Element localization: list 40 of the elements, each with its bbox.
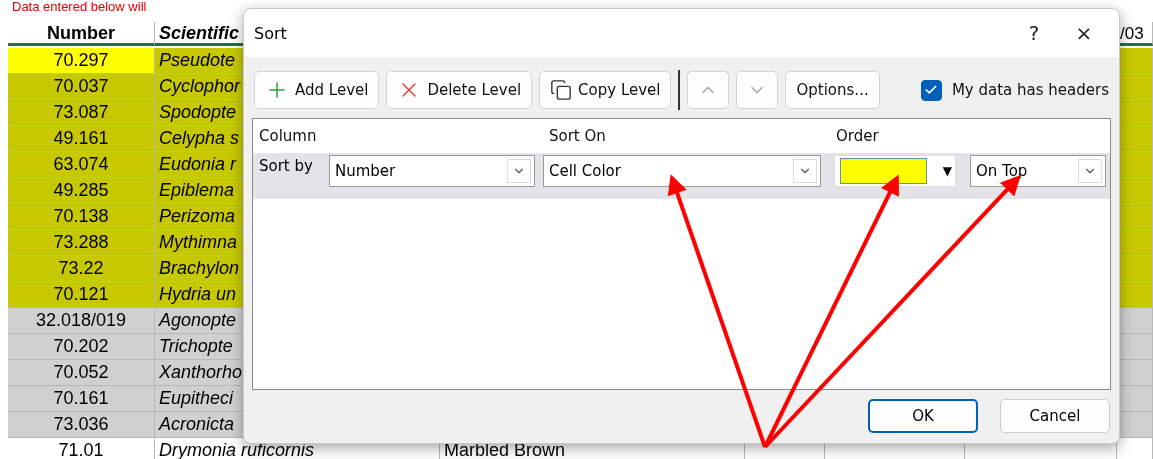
toolbar-button[interactable]: Copy Level xyxy=(539,71,672,109)
sort-on-dropdown[interactable]: Cell Color xyxy=(543,155,821,187)
table-cell: 70.037 xyxy=(8,74,155,100)
table-cell: 73.036 xyxy=(8,412,155,438)
table-cell: 49.161 xyxy=(8,126,155,152)
table-cell: 70.202 xyxy=(8,334,155,360)
toolbar-button[interactable]: Add Level xyxy=(254,71,380,109)
checkbox[interactable] xyxy=(920,79,942,101)
warning-text: Data entered below will xyxy=(11,0,148,16)
table-cell: 70.297 xyxy=(8,48,155,74)
help-button[interactable]: ? xyxy=(1009,13,1059,53)
color-dropdown[interactable]: ▼ xyxy=(834,155,956,187)
table-cell: 73.22 xyxy=(8,256,155,282)
copy-icon xyxy=(550,79,573,101)
order-dropdown[interactable]: On Top xyxy=(970,155,1106,187)
column-header: Number xyxy=(8,22,155,46)
column-header: Column xyxy=(258,127,318,145)
column-header: Order xyxy=(835,127,880,145)
table-cell: 63.074 xyxy=(8,152,155,178)
cancel-button[interactable]: Cancel xyxy=(1000,399,1110,433)
checkmark-icon xyxy=(924,83,939,97)
toolbar-button[interactable]: Options... xyxy=(785,71,880,109)
table-cell: 70.161 xyxy=(8,386,155,412)
table-cell: 32.018/019 xyxy=(8,308,155,334)
table-cell: 73.087 xyxy=(8,100,155,126)
sort-level-row[interactable]: Sort by Number Cell Color ▼ On Top xyxy=(253,153,1110,199)
dropdown-caret: ▼ xyxy=(942,164,952,178)
table-cell: 70.138 xyxy=(8,204,155,230)
table-cell: 73.288 xyxy=(8,230,155,256)
table-cell: 70.121 xyxy=(8,282,155,308)
table-cell: 49.285 xyxy=(8,178,155,204)
column-dropdown[interactable]: Number xyxy=(329,155,535,187)
close-button[interactable]: × xyxy=(1059,13,1109,53)
checkbox-label: My data has headers xyxy=(951,81,1109,99)
dialog-title: Sort xyxy=(254,23,287,43)
level-label: Sort by xyxy=(258,156,314,177)
column-header: Sort On xyxy=(548,127,607,145)
ok-button[interactable]: OK xyxy=(868,399,978,433)
toolbar-button[interactable]: Delete Level xyxy=(386,71,533,109)
table-cell: 70.052 xyxy=(8,360,155,386)
